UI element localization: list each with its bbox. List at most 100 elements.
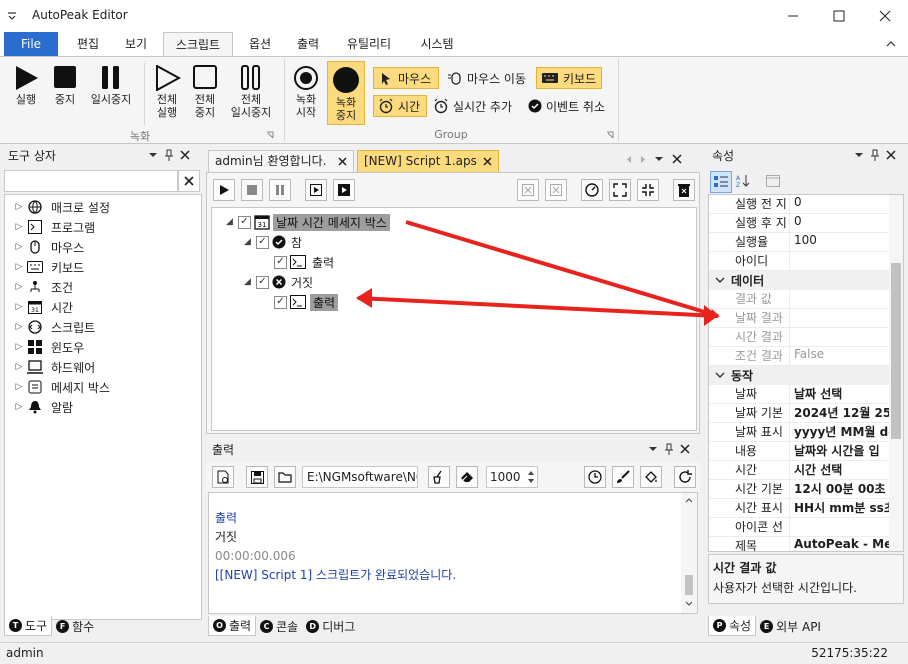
property-value[interactable]: 0	[790, 195, 889, 213]
expand-button[interactable]	[609, 179, 631, 201]
property-row[interactable]: 날짜 날짜 선택	[709, 385, 889, 404]
pause-button[interactable]: 일시중지	[86, 65, 136, 106]
close-icon[interactable]	[672, 154, 682, 164]
record-stop-button[interactable]: 녹화 중지	[327, 61, 365, 125]
expand-arrow-icon[interactable]: ▷	[13, 402, 25, 412]
group-launcher-icon[interactable]	[266, 131, 274, 139]
open-folder-button[interactable]	[274, 466, 296, 488]
property-row[interactable]: 결과 값	[709, 290, 889, 309]
property-scrollbar[interactable]	[889, 195, 903, 551]
pin-icon[interactable]	[870, 149, 880, 161]
property-row[interactable]: 날짜 결과	[709, 309, 889, 328]
refresh-button[interactable]	[674, 466, 696, 488]
toolbox-item[interactable]: ▷ 키보드	[5, 257, 201, 277]
close-button[interactable]	[862, 0, 908, 32]
tab-edit[interactable]: 편집	[66, 32, 110, 56]
toolbox-item[interactable]: ▷ 스크립트	[5, 317, 201, 337]
expand-arrow-icon[interactable]: ▷	[13, 342, 25, 352]
tab-options[interactable]: 옵션	[238, 32, 282, 56]
tree-node-false[interactable]: ◢ ✓ 거짓	[244, 272, 313, 292]
property-value[interactable]	[790, 309, 889, 327]
toolbox-item[interactable]: ▷ 프로그램	[5, 217, 201, 237]
property-pages-button[interactable]	[766, 175, 780, 187]
expand-arrow-icon[interactable]: ▷	[13, 302, 25, 312]
property-row[interactable]: 아이디	[709, 252, 889, 271]
tab-properties[interactable]: P 속성	[708, 616, 757, 636]
pin-icon[interactable]	[164, 149, 174, 161]
property-row[interactable]: 내용 날짜와 시간을 입	[709, 442, 889, 461]
run-button[interactable]: 실행	[8, 65, 44, 106]
save-log-button[interactable]	[246, 466, 268, 488]
property-value[interactable]: 시간 선택	[790, 461, 889, 479]
property-value[interactable]: 날짜와 시간을 입	[790, 442, 889, 460]
property-row[interactable]: 제목AutoPeak - Messa	[709, 537, 889, 551]
tree-node-true[interactable]: ◢ ✓ 참	[244, 232, 302, 252]
tab-tools[interactable]: T 도구	[4, 616, 53, 636]
realtime-add-toggle[interactable]: 실시간 추가	[429, 95, 521, 117]
expand-arrow-icon[interactable]: ▷	[13, 322, 25, 332]
property-row[interactable]: 아이콘 선	[709, 518, 889, 537]
doc-tab-script[interactable]: [NEW] Script 1.aps	[357, 150, 499, 172]
tab-utility[interactable]: 유틸리티	[336, 32, 402, 56]
expand-arrow-icon[interactable]: ▷	[13, 242, 25, 252]
mouse-move-toggle[interactable]: 마우스 이동	[443, 67, 533, 89]
property-value[interactable]	[790, 290, 889, 308]
expand-arrow-icon[interactable]: ▷	[13, 382, 25, 392]
pause-script-button[interactable]	[269, 179, 291, 201]
time-record-toggle[interactable]: 시간	[373, 95, 427, 117]
fill-color-button[interactable]	[640, 466, 662, 488]
property-value[interactable]: 2024년 12월 25일	[790, 404, 889, 422]
timer-button[interactable]	[581, 179, 603, 201]
property-category[interactable]: 데이터	[709, 271, 889, 290]
output-scrollbar[interactable]	[681, 493, 697, 613]
property-row[interactable]: 날짜 표시 yyyy년 MM월 dd	[709, 423, 889, 442]
mouse-record-toggle[interactable]: 마우스	[373, 67, 439, 89]
pin-icon[interactable]	[664, 443, 674, 455]
alphabetical-view-button[interactable]: AZ	[736, 174, 752, 188]
expand-arrow-icon[interactable]: ▷	[13, 222, 25, 232]
record-start-button[interactable]: 녹화 시작	[288, 65, 324, 119]
stop-script-button[interactable]	[241, 179, 263, 201]
chevron-right-icon[interactable]	[640, 155, 646, 164]
group-launcher-icon[interactable]	[606, 131, 614, 139]
property-value[interactable]: yyyy년 MM월 dd	[790, 423, 889, 441]
dropdown-icon[interactable]	[854, 150, 864, 160]
property-category[interactable]: 동작	[709, 366, 889, 385]
property-value[interactable]	[790, 518, 889, 536]
toolbox-item[interactable]: ▷ 조건	[5, 277, 201, 297]
property-value[interactable]: False	[790, 347, 889, 365]
tab-view[interactable]: 보기	[114, 32, 158, 56]
tab-output[interactable]: 출력	[286, 32, 330, 56]
step-in-button[interactable]	[305, 179, 327, 201]
step-over-button[interactable]	[333, 179, 355, 201]
chevron-left-icon[interactable]	[626, 155, 632, 164]
doc-tab-welcome[interactable]: admin님 환영합니다.	[208, 150, 354, 172]
expand-arrow-icon[interactable]: ▷	[13, 202, 25, 212]
timestamp-button[interactable]	[584, 466, 606, 488]
property-row[interactable]: 조건 결과 False	[709, 347, 889, 366]
property-value[interactable]: 0	[790, 214, 889, 232]
property-row[interactable]: 실행율 100	[709, 233, 889, 252]
event-cancel-toggle[interactable]: 이벤트 취소	[524, 95, 616, 117]
property-row[interactable]: 시간 시간 선택	[709, 461, 889, 480]
property-row[interactable]: 실행 후 지0	[709, 214, 889, 233]
dropdown-icon[interactable]	[654, 154, 664, 164]
search-clear-button[interactable]	[178, 170, 200, 192]
toolbox-item[interactable]: ▷ 하드웨어	[5, 357, 201, 377]
brush-button[interactable]	[612, 466, 634, 488]
dropdown-icon[interactable]	[148, 150, 158, 160]
tab-script[interactable]: 스크립트	[163, 32, 233, 57]
keyboard-record-toggle[interactable]: 키보드	[536, 67, 602, 89]
property-value[interactable]	[790, 328, 889, 346]
close-icon[interactable]	[680, 444, 690, 454]
property-row[interactable]: 실행 전 지0	[709, 195, 889, 214]
property-value[interactable]: 100	[790, 233, 889, 251]
expand-arrow-icon[interactable]: ▷	[13, 282, 25, 292]
collapse-button[interactable]	[637, 179, 659, 201]
toolbox-item[interactable]: ▷ 31 시간	[5, 297, 201, 317]
property-row[interactable]: 시간 표시 HH시 mm분 ss초	[709, 499, 889, 518]
close-icon[interactable]	[886, 150, 896, 160]
tab-console[interactable]: C 콘솔	[256, 616, 302, 636]
stop-all-button[interactable]: 전체 중지	[188, 65, 222, 119]
toolbox-item[interactable]: ▷ 윈도우	[5, 337, 201, 357]
